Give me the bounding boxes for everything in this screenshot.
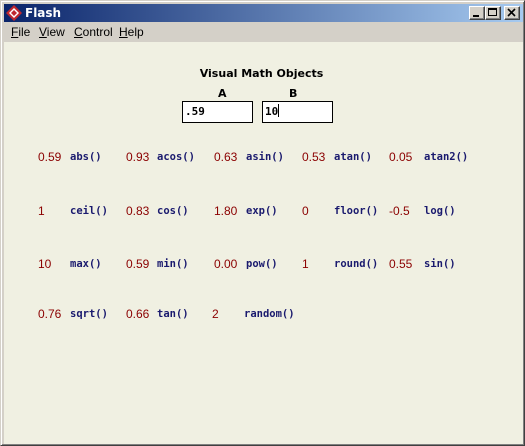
result-value: 1 bbox=[302, 257, 309, 271]
function-button[interactable]: pow() bbox=[246, 257, 278, 271]
menu-view[interactable]: View bbox=[39, 25, 65, 40]
menu-control[interactable]: Control bbox=[74, 25, 113, 40]
result-value: 0.59 bbox=[38, 150, 62, 164]
menu-file-rest: ile bbox=[18, 25, 31, 39]
menu-help[interactable]: Help bbox=[119, 25, 144, 40]
input-b-text: 10 bbox=[265, 105, 279, 118]
result-value: 0.55 bbox=[389, 257, 413, 271]
menu-view-rest: iew bbox=[46, 25, 65, 39]
function-button[interactable]: ceil() bbox=[70, 204, 108, 218]
function-button[interactable]: min() bbox=[157, 257, 189, 271]
function-button[interactable]: acos() bbox=[157, 150, 195, 164]
result-value: -0.5 bbox=[389, 204, 410, 218]
function-button[interactable]: cos() bbox=[157, 204, 189, 218]
label-a: A bbox=[218, 87, 227, 100]
function-button[interactable]: exp() bbox=[246, 204, 278, 218]
window-title: Flash bbox=[25, 6, 62, 20]
result-value: 1 bbox=[38, 204, 45, 218]
function-button[interactable]: random() bbox=[244, 307, 295, 321]
close-button[interactable] bbox=[504, 6, 520, 20]
result-value: 0.05 bbox=[389, 150, 413, 164]
result-value: 0.53 bbox=[302, 150, 326, 164]
menu-help-rest: elp bbox=[127, 25, 144, 39]
result-value: 0.59 bbox=[126, 257, 150, 271]
close-icon bbox=[507, 8, 516, 17]
result-value: 0.66 bbox=[126, 307, 150, 321]
function-button[interactable]: tan() bbox=[157, 307, 189, 321]
result-value: 2 bbox=[212, 307, 219, 321]
minimize-button[interactable] bbox=[469, 6, 485, 20]
function-button[interactable]: abs() bbox=[70, 150, 102, 164]
flash-stage: Visual Math Objects A B .59 10 0.59 abs()… bbox=[4, 42, 523, 444]
flash-app-icon bbox=[6, 5, 22, 21]
flash-window: Flash File View Control Help Visual Math… bbox=[0, 0, 525, 446]
function-button[interactable]: atan() bbox=[334, 150, 372, 164]
title-bar[interactable]: Flash bbox=[4, 4, 523, 22]
function-button[interactable]: round() bbox=[334, 257, 378, 271]
input-a-field[interactable]: .59 bbox=[182, 101, 253, 123]
page-title: Visual Math Objects bbox=[199, 67, 324, 80]
maximize-icon bbox=[488, 8, 497, 16]
menu-file[interactable]: File bbox=[11, 25, 30, 40]
result-value: 0.76 bbox=[38, 307, 62, 321]
function-button[interactable]: floor() bbox=[334, 204, 378, 218]
label-b: B bbox=[289, 87, 298, 100]
result-value: 0.83 bbox=[126, 204, 150, 218]
minimize-icon bbox=[473, 15, 479, 17]
menu-control-rest: ontrol bbox=[82, 25, 113, 39]
result-value: 0.63 bbox=[214, 150, 238, 164]
result-value: 10 bbox=[38, 257, 52, 271]
maximize-button[interactable] bbox=[485, 6, 501, 20]
function-button[interactable]: asin() bbox=[246, 150, 284, 164]
function-button[interactable]: atan2() bbox=[424, 150, 468, 164]
function-button[interactable]: sin() bbox=[424, 257, 456, 271]
function-button[interactable]: sqrt() bbox=[70, 307, 108, 321]
input-b-field[interactable]: 10 bbox=[262, 101, 333, 123]
menu-bar: File View Control Help bbox=[4, 23, 523, 42]
text-cursor bbox=[278, 104, 280, 117]
result-value: 0.93 bbox=[126, 150, 150, 164]
function-button[interactable]: max() bbox=[70, 257, 102, 271]
result-value: 1.80 bbox=[214, 204, 238, 218]
result-value: 0 bbox=[302, 204, 309, 218]
result-value: 0.00 bbox=[214, 257, 238, 271]
function-button[interactable]: log() bbox=[424, 204, 456, 218]
